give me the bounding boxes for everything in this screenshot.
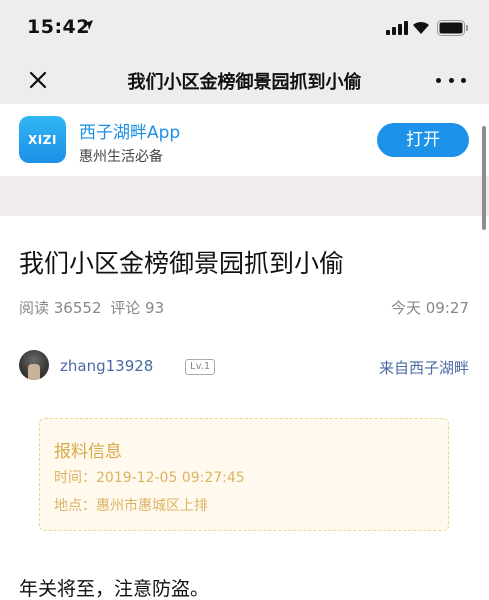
scrollbar[interactable] — [482, 126, 486, 230]
author-row: zhang13928 Lv.1 来自西子湖畔 — [19, 350, 469, 382]
report-place: 地点：惠州市惠城区上排 — [54, 498, 208, 514]
app-logo: XIZI — [19, 116, 66, 163]
article-meta: 阅读 36552 评论 93 今天 09:27 — [19, 297, 469, 318]
location-arrow-icon — [83, 20, 93, 30]
avatar[interactable] — [19, 350, 49, 380]
status-time: 15:42 — [27, 16, 90, 38]
app-subtitle: 惠州生活必备 — [79, 149, 163, 165]
article-body: 年关将至，注意防盗。 — [19, 578, 210, 600]
nav-bar: 我们小区金榜御景园抓到小偷 — [0, 56, 489, 104]
page-title: 我们小区金榜御景园抓到小偷 — [127, 72, 362, 93]
open-app-button[interactable]: 打开 — [377, 123, 469, 157]
section-divider — [0, 176, 489, 216]
status-bar: 15:42 — [0, 0, 489, 56]
report-time: 时间：2019-12-05 09:27:45 — [54, 470, 245, 486]
source-link[interactable]: 来自西子湖畔 — [379, 357, 469, 378]
article-title: 我们小区金榜御景园抓到小偷 — [19, 249, 345, 278]
author-name[interactable]: zhang13928 — [60, 357, 153, 375]
report-info-box: 报料信息 时间：2019-12-05 09:27:45 地点：惠州市惠城区上排 — [39, 418, 449, 531]
cellular-signal-icon — [386, 21, 408, 35]
level-badge: Lv.1 — [185, 359, 216, 375]
more-icon[interactable] — [436, 70, 466, 90]
battery-icon — [437, 20, 468, 36]
post-time: 今天 09:27 — [391, 299, 469, 317]
wifi-icon — [413, 21, 429, 34]
read-count: 阅读 36552 — [19, 299, 102, 317]
comment-count[interactable]: 评论 93 — [110, 299, 164, 317]
app-name: 西子湖畔App — [79, 123, 181, 143]
report-heading: 报料信息 — [54, 442, 122, 462]
close-icon[interactable] — [26, 68, 50, 92]
